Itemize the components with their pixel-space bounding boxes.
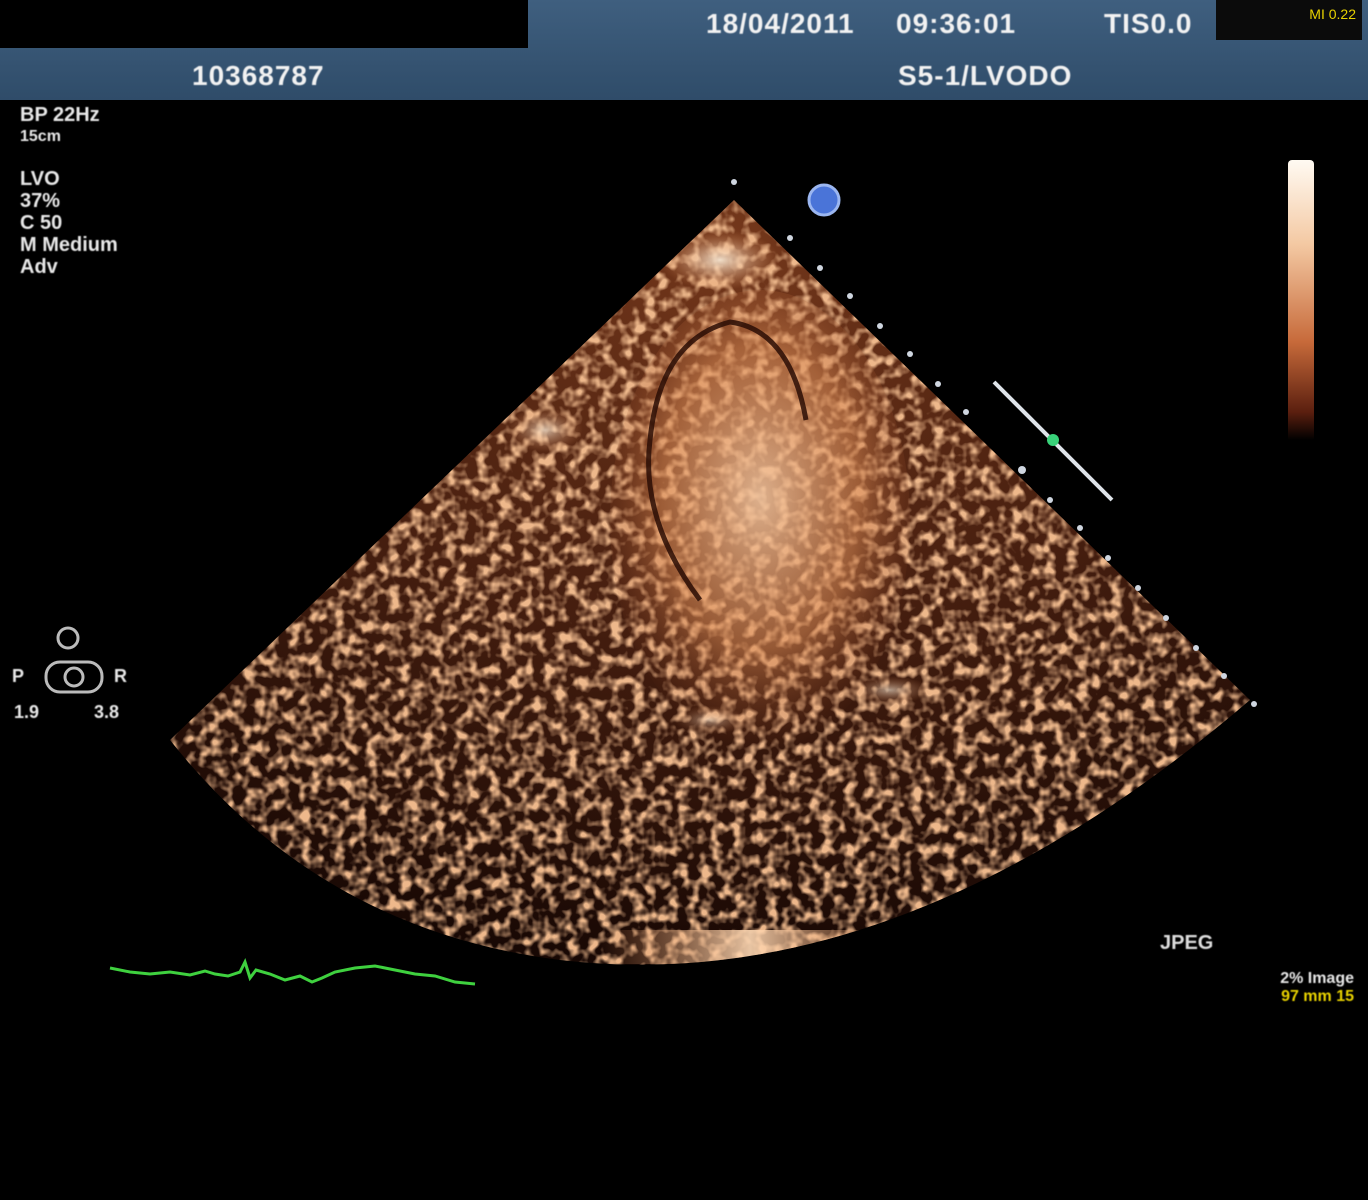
image-info-line2: 97 mm 15 [1281,988,1354,1005]
jpeg-label: JPEG [1160,932,1214,954]
apex-echo [660,230,780,290]
image-info-line1: 2% Image [1280,970,1354,987]
gain-colour-scale [1288,160,1314,440]
ecg-trace [109,958,476,986]
image-info: 2% Image 97 mm 15 [1280,970,1354,1006]
orientation-dot-icon [807,183,841,217]
bottom-reflection [600,930,900,964]
ultrasound-image [109,179,1257,986]
